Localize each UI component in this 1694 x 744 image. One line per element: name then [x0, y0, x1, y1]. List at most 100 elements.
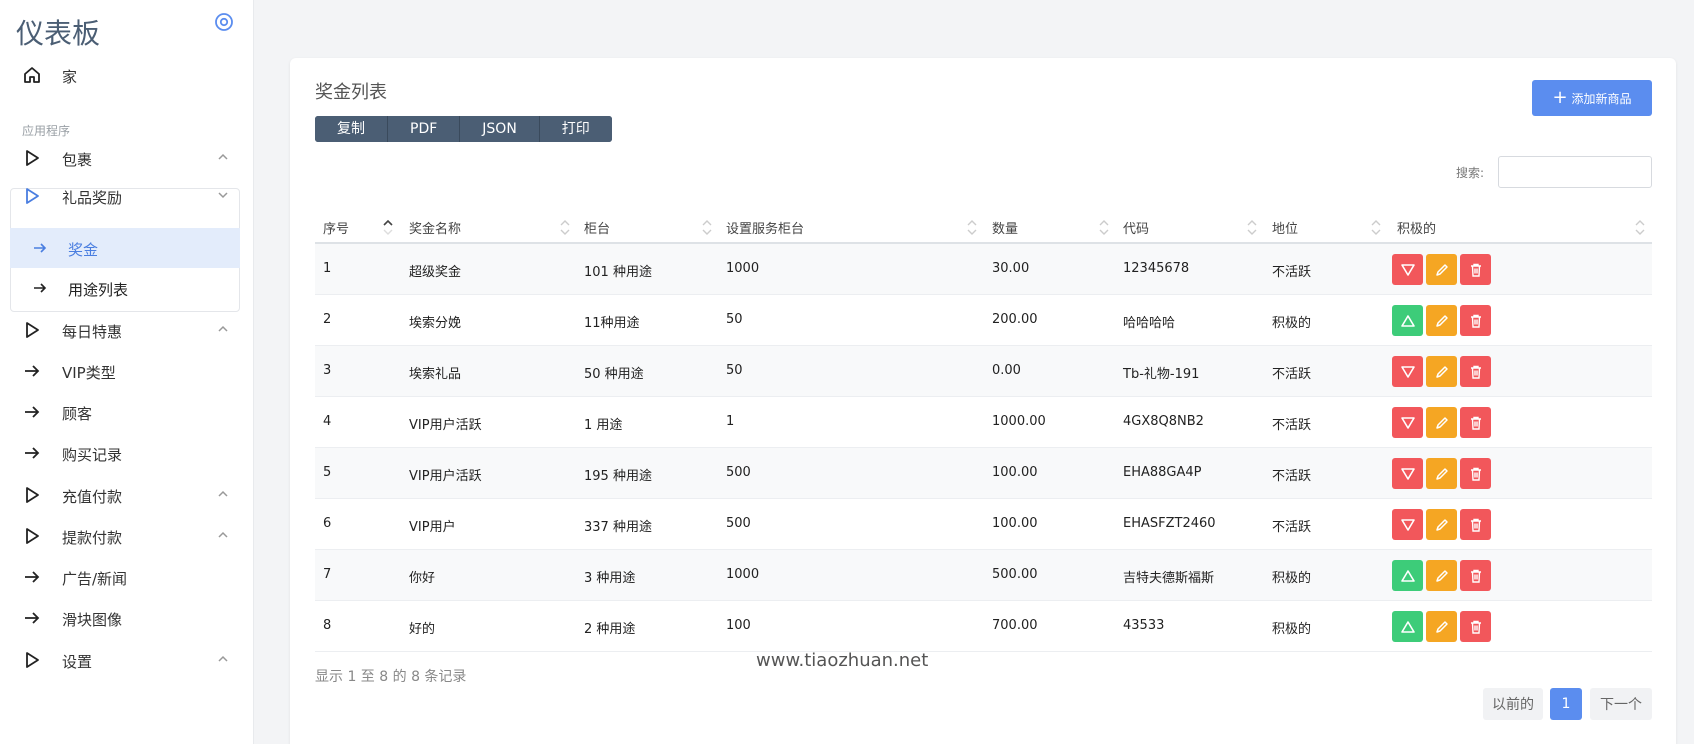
- delete-button[interactable]: [1460, 254, 1491, 285]
- cell-quantity: 700.00: [992, 618, 1038, 633]
- table-body: 1 超级奖金 101 种用途 1000 30.00 12345678 不活跃 2 埃索分娩 11种…: [315, 244, 1652, 652]
- sort-asc-icon[interactable]: [383, 216, 393, 238]
- sidebar-item-label: 广告/新闻: [62, 570, 128, 588]
- edit-button[interactable]: [1426, 356, 1457, 387]
- edit-button[interactable]: [1426, 560, 1457, 591]
- next-page-button[interactable]: 下一个: [1590, 688, 1652, 720]
- sort-icon[interactable]: [1247, 216, 1257, 238]
- cell-name: 你好: [409, 571, 436, 586]
- chevron-up-icon: [218, 531, 228, 538]
- pdf-button[interactable]: PDF: [388, 116, 461, 142]
- add-item-button[interactable]: + 添加新商品: [1532, 80, 1652, 116]
- sidebar-item-ads-news[interactable]: 广告/新闻: [0, 559, 254, 595]
- cell-status: 不活跃: [1272, 520, 1312, 535]
- cell-quantity: 0.00: [992, 363, 1021, 378]
- activate-button[interactable]: [1392, 458, 1423, 489]
- arrow-right-icon: [34, 243, 47, 253]
- arrow-right-icon: [25, 447, 40, 459]
- previous-page-button[interactable]: 以前的: [1483, 688, 1543, 720]
- column-header-no[interactable]: 序号: [323, 218, 349, 237]
- deactivate-button[interactable]: [1392, 305, 1423, 336]
- cell-no: 1: [323, 261, 332, 276]
- cell-status: 积极的: [1272, 316, 1312, 331]
- cell-quantity: 200.00: [992, 312, 1038, 327]
- delete-button[interactable]: [1460, 458, 1491, 489]
- edit-button[interactable]: [1426, 254, 1457, 285]
- edit-button[interactable]: [1426, 305, 1457, 336]
- bonus-table: 序号 奖金名称 柜台 设置服务柜台 数量 代码 地位 积极的 1 超级奖金 101 …: [315, 208, 1652, 652]
- sidebar-item-packages[interactable]: 包裹: [0, 140, 254, 176]
- search-input[interactable]: [1498, 156, 1652, 188]
- cell-status: 积极的: [1272, 622, 1312, 637]
- cell-quantity: 100.00: [992, 516, 1038, 531]
- cell-code: 43533: [1123, 618, 1165, 633]
- sidebar-subitem-bonus[interactable]: 奖金: [10, 228, 240, 268]
- delete-button[interactable]: [1460, 560, 1491, 591]
- sort-icon[interactable]: [1635, 216, 1645, 238]
- sidebar-item-label: VIP类型: [62, 364, 116, 382]
- column-header-counter[interactable]: 柜台: [584, 218, 610, 237]
- sidebar-item-vip-types[interactable]: VIP类型: [0, 353, 254, 389]
- copy-button[interactable]: 复制: [315, 116, 388, 142]
- cell-name: VIP用户活跃: [409, 418, 482, 433]
- cell-code: 12345678: [1123, 261, 1190, 276]
- column-header-service-counter[interactable]: 设置服务柜台: [726, 218, 804, 237]
- delete-button[interactable]: [1460, 407, 1491, 438]
- column-header-active[interactable]: 积极的: [1397, 218, 1436, 237]
- activate-button[interactable]: [1392, 407, 1423, 438]
- sidebar-item-label: 顾客: [62, 405, 93, 423]
- sort-icon[interactable]: [702, 216, 712, 238]
- play-icon: [26, 528, 39, 544]
- column-header-quantity[interactable]: 数量: [992, 218, 1018, 237]
- edit-button[interactable]: [1426, 458, 1457, 489]
- triangle-down-icon: [1400, 416, 1415, 429]
- delete-button[interactable]: [1460, 356, 1491, 387]
- trash-icon: [1470, 365, 1481, 379]
- cell-code: 哈哈哈哈: [1123, 316, 1176, 331]
- sort-icon[interactable]: [1371, 216, 1381, 238]
- activate-button[interactable]: [1392, 509, 1423, 540]
- cell-service-counter: 100: [726, 618, 751, 633]
- sort-icon[interactable]: [1099, 216, 1109, 238]
- delete-button[interactable]: [1460, 611, 1491, 642]
- cell-service-counter: 1000: [726, 567, 760, 582]
- edit-button[interactable]: [1426, 509, 1457, 540]
- sort-icon[interactable]: [967, 216, 977, 238]
- sidebar-item-home[interactable]: 家: [0, 57, 254, 93]
- edit-button[interactable]: [1426, 611, 1457, 642]
- sidebar-item-gift-rewards[interactable]: 礼品奖励: [0, 178, 254, 214]
- cell-no: 4: [323, 414, 332, 429]
- table-row: 6 VIP用户 337 种用途 500 100.00 EHASFZT2460 不活跃: [315, 499, 1652, 550]
- page-1-button[interactable]: 1: [1550, 688, 1582, 720]
- sidebar-item-recharge[interactable]: 充值付款: [0, 477, 254, 513]
- table-row: 8 好的 2 种用途 100 700.00 43533 积极的: [315, 601, 1652, 652]
- sort-icon[interactable]: [560, 216, 570, 238]
- sidebar-item-purchase-records[interactable]: 购买记录: [0, 435, 254, 471]
- sidebar-item-label: 充值付款: [62, 488, 123, 506]
- target-icon[interactable]: [214, 12, 234, 32]
- column-header-status[interactable]: 地位: [1272, 218, 1298, 237]
- triangle-down-icon: [1400, 263, 1415, 276]
- sidebar-subitem-usage-list[interactable]: 用途列表: [10, 268, 240, 308]
- sidebar-item-customers[interactable]: 顾客: [0, 394, 254, 430]
- deactivate-button[interactable]: [1392, 611, 1423, 642]
- activate-button[interactable]: [1392, 356, 1423, 387]
- sidebar-item-daily-deals[interactable]: 每日特惠: [0, 312, 254, 348]
- column-header-name[interactable]: 奖金名称: [409, 218, 461, 237]
- column-header-code[interactable]: 代码: [1123, 218, 1149, 237]
- sidebar-item-settings[interactable]: 设置: [0, 642, 254, 678]
- print-button[interactable]: 打印: [539, 116, 612, 142]
- json-button[interactable]: JSON: [460, 116, 540, 142]
- sidebar-item-slider-images[interactable]: 滑块图像: [0, 600, 254, 636]
- cell-name: VIP用户活跃: [409, 469, 482, 484]
- home-icon: [24, 67, 40, 83]
- deactivate-button[interactable]: [1392, 560, 1423, 591]
- pencil-icon: [1435, 620, 1448, 633]
- delete-button[interactable]: [1460, 305, 1491, 336]
- delete-button[interactable]: [1460, 509, 1491, 540]
- edit-button[interactable]: [1426, 407, 1457, 438]
- cell-quantity: 30.00: [992, 261, 1030, 276]
- activate-button[interactable]: [1392, 254, 1423, 285]
- sidebar-item-withdrawal[interactable]: 提款付款: [0, 518, 254, 554]
- cell-status: 积极的: [1272, 571, 1312, 586]
